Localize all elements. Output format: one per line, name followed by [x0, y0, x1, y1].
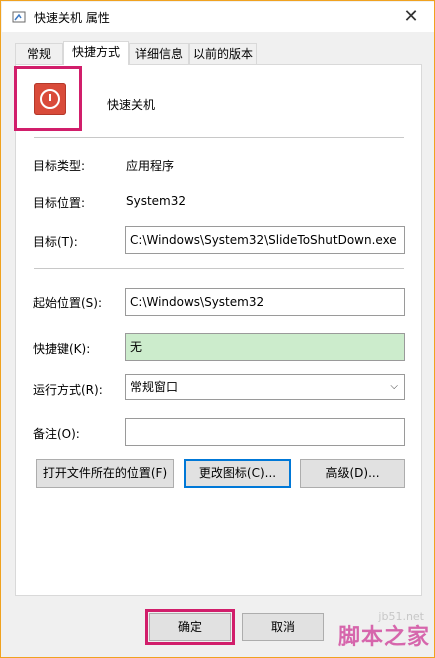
properties-window: 快速关机 属性 ✕ 常规 快捷方式 详细信息 以前的版本 快速关机 目标类型: … [0, 0, 435, 658]
target-location-value: System32 [126, 194, 187, 208]
cancel-button[interactable]: 取消 [242, 613, 324, 641]
tab-previous-versions[interactable]: 以前的版本 [189, 43, 257, 64]
divider [34, 268, 404, 269]
icon-highlight-box [14, 66, 82, 131]
close-button[interactable]: ✕ [394, 2, 428, 32]
shortcut-panel: 快速关机 目标类型: 应用程序 目标位置: System32 目标(T): C:… [14, 64, 422, 596]
target-label: 目标(T): [33, 235, 78, 249]
change-icon-button[interactable]: 更改图标(C)... [184, 459, 291, 488]
start-in-label: 起始位置(S): [33, 296, 103, 310]
target-field[interactable]: C:\Windows\System32\SlideToShutDown.exe [125, 226, 405, 254]
ok-highlight-box [145, 609, 235, 645]
comment-label: 备注(O): [33, 427, 80, 441]
tab-details[interactable]: 详细信息 [129, 43, 189, 64]
advanced-button[interactable]: 高级(D)... [300, 459, 405, 488]
title-bar: 快速关机 属性 ✕ [2, 2, 434, 32]
watermark: 脚本之家 [337, 624, 430, 650]
divider [34, 137, 404, 138]
chevron-down-icon: ⌵ [390, 381, 398, 392]
window-title: 快速关机 属性 [34, 11, 110, 25]
shortcut-name: 快速关机 [107, 98, 156, 112]
run-select-value: 常规窗口 [130, 380, 179, 394]
start-in-field[interactable]: C:\Windows\System32 [125, 288, 405, 316]
hotkey-label: 快捷键(K): [33, 342, 91, 356]
target-type-value: 应用程序 [126, 159, 175, 173]
open-file-location-button[interactable]: 打开文件所在的位置(F) [36, 459, 174, 488]
target-location-label: 目标位置: [33, 196, 86, 210]
tab-shortcut[interactable]: 快捷方式 [63, 41, 129, 65]
target-type-label: 目标类型: [33, 159, 86, 173]
shortcut-app-icon [12, 11, 26, 23]
run-label: 运行方式(R): [33, 383, 103, 397]
tab-general[interactable]: 常规 [15, 43, 63, 64]
run-select[interactable]: 常规窗口 ⌵ [125, 374, 405, 400]
comment-field[interactable] [125, 418, 405, 446]
hotkey-field[interactable]: 无 [125, 333, 405, 361]
